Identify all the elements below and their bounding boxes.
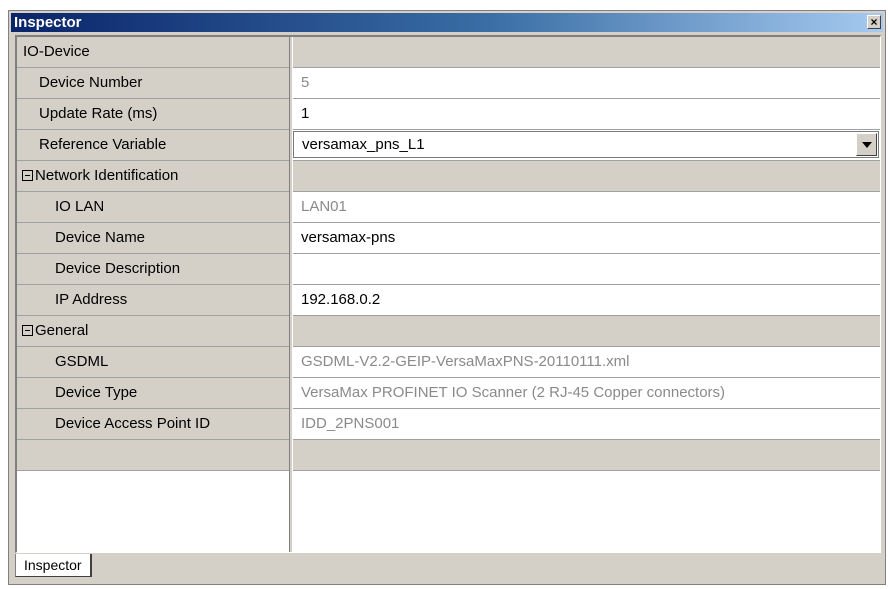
property-label-reference-variable: Reference Variable <box>39 136 167 153</box>
ip-address-value[interactable]: 192.168.0.2 <box>301 285 380 315</box>
property-name-cell: IP Address <box>17 285 289 315</box>
property-row-general[interactable]: General <box>17 316 880 347</box>
property-row-device-type[interactable]: Device Type VersaMax PROFINET IO Scanner… <box>17 378 880 409</box>
property-row-device-access-point-id[interactable]: Device Access Point ID IDD_2PNS001 <box>17 409 880 440</box>
property-label-update-rate: Update Rate (ms) <box>39 105 158 122</box>
property-value-cell: 5 <box>293 68 880 98</box>
property-row-device-description[interactable]: Device Description <box>17 254 880 285</box>
property-row-update-rate[interactable]: Update Rate (ms) 1 <box>17 99 880 130</box>
collapse-minus-icon[interactable] <box>22 170 33 181</box>
property-value-cell[interactable]: 1 <box>293 99 880 129</box>
property-name-cell: Network Identification <box>17 161 289 191</box>
property-name-cell: IO-Device <box>17 37 289 67</box>
device-access-point-id-value: IDD_2PNS001 <box>301 415 400 432</box>
property-value-cell <box>293 440 880 470</box>
property-grid: IO-Device Device Number 5 Update Rate (m… <box>15 35 881 553</box>
property-value-cell <box>293 316 880 346</box>
property-label-gsdml: GSDML <box>55 353 109 370</box>
property-row-device-number[interactable]: Device Number 5 <box>17 68 880 99</box>
property-value-cell: LAN01 <box>293 192 880 222</box>
property-row-gsdml[interactable]: GSDML GSDML-V2.2-GEIP-VersaMaxPNS-201101… <box>17 347 880 378</box>
property-label-device-name: Device Name <box>55 229 146 246</box>
property-label-device-description: Device Description <box>55 260 181 277</box>
tab-inspector[interactable]: Inspector <box>15 554 92 577</box>
property-name-cell: Device Number <box>17 68 289 98</box>
property-row-device-name[interactable]: Device Name versamax-pns <box>17 223 880 254</box>
property-label-io-lan: IO LAN <box>55 198 105 215</box>
property-row-io-lan[interactable]: IO LAN LAN01 <box>17 192 880 223</box>
title-bar[interactable]: Inspector × <box>11 13 883 32</box>
property-name-cell: Device Name <box>17 223 289 253</box>
device-number-value: 5 <box>301 74 310 91</box>
reference-variable-value[interactable]: versamax_pns_L1 <box>302 132 425 157</box>
property-value-cell: IDD_2PNS001 <box>293 409 880 439</box>
property-row-io-device[interactable]: IO-Device <box>17 37 880 68</box>
category-label-network-identification: Network Identification <box>35 167 179 184</box>
close-icon: × <box>870 15 878 29</box>
io-lan-value: LAN01 <box>301 198 347 215</box>
property-label-device-type: Device Type <box>55 384 138 401</box>
property-label-io-device: IO-Device <box>23 43 90 60</box>
window-title: Inspector <box>14 14 82 31</box>
property-label-device-number: Device Number <box>39 74 143 91</box>
reference-variable-combobox[interactable]: versamax_pns_L1 <box>293 131 879 158</box>
property-name-cell: General <box>17 316 289 346</box>
property-name-cell: Update Rate (ms) <box>17 99 289 129</box>
column-splitter[interactable] <box>289 37 293 552</box>
gsdml-value: GSDML-V2.2-GEIP-VersaMaxPNS-20110111.xml <box>301 353 630 370</box>
property-name-cell: GSDML <box>17 347 289 377</box>
empty-row <box>17 440 880 471</box>
property-label-device-access-point-id: Device Access Point ID <box>55 415 211 432</box>
property-value-cell <box>293 161 880 191</box>
property-value-cell[interactable] <box>293 254 880 284</box>
property-name-cell: Reference Variable <box>17 130 289 160</box>
property-value-cell[interactable]: versamax-pns <box>293 223 880 253</box>
device-name-value[interactable]: versamax-pns <box>301 223 395 253</box>
property-name-cell: Device Description <box>17 254 289 284</box>
property-row-network-identification[interactable]: Network Identification <box>17 161 880 192</box>
property-value-cell <box>293 37 880 67</box>
property-value-cell: versamax_pns_L1 <box>293 130 880 160</box>
property-name-cell: IO LAN <box>17 192 289 222</box>
close-button[interactable]: × <box>867 15 881 29</box>
property-label-ip-address: IP Address <box>55 291 128 308</box>
collapse-minus-icon[interactable] <box>22 325 33 336</box>
device-type-value: VersaMax PROFINET IO Scanner (2 RJ-45 Co… <box>301 384 726 401</box>
property-value-cell: GSDML-V2.2-GEIP-VersaMaxPNS-20110111.xml <box>293 347 880 377</box>
property-name-cell: Device Access Point ID <box>17 409 289 439</box>
category-label-general: General <box>35 322 89 339</box>
update-rate-value[interactable]: 1 <box>301 99 309 129</box>
property-row-reference-variable[interactable]: Reference Variable versamax_pns_L1 <box>17 130 880 161</box>
property-value-cell[interactable]: 192.168.0.2 <box>293 285 880 315</box>
property-name-cell <box>17 440 289 470</box>
property-value-cell: VersaMax PROFINET IO Scanner (2 RJ-45 Co… <box>293 378 880 408</box>
inspector-window: Inspector × IO-Device Device Number 5 Up… <box>8 10 886 585</box>
property-name-cell: Device Type <box>17 378 289 408</box>
dropdown-arrow-icon[interactable] <box>856 133 877 156</box>
property-row-ip-address[interactable]: IP Address 192.168.0.2 <box>17 285 880 316</box>
